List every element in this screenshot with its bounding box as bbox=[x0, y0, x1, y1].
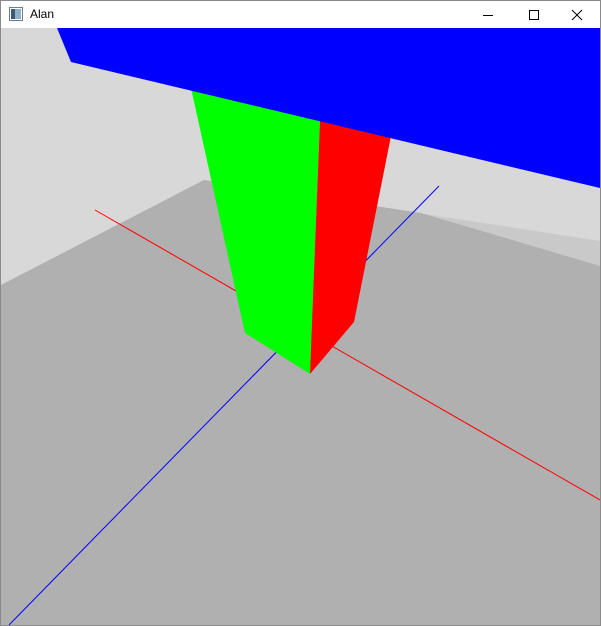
maximize-icon bbox=[529, 9, 539, 20]
minimize-button[interactable] bbox=[465, 1, 511, 28]
3d-viewport[interactable] bbox=[1, 28, 600, 625]
close-button[interactable] bbox=[554, 1, 600, 28]
window-title: Alan bbox=[30, 7, 55, 21]
title-bar[interactable]: Alan bbox=[1, 1, 600, 28]
minimize-icon bbox=[483, 14, 493, 16]
close-icon bbox=[571, 9, 583, 20]
app-window: Alan bbox=[0, 0, 601, 626]
app-window-icon bbox=[9, 7, 23, 21]
scene-canvas bbox=[1, 28, 600, 625]
maximize-button[interactable] bbox=[511, 1, 557, 28]
